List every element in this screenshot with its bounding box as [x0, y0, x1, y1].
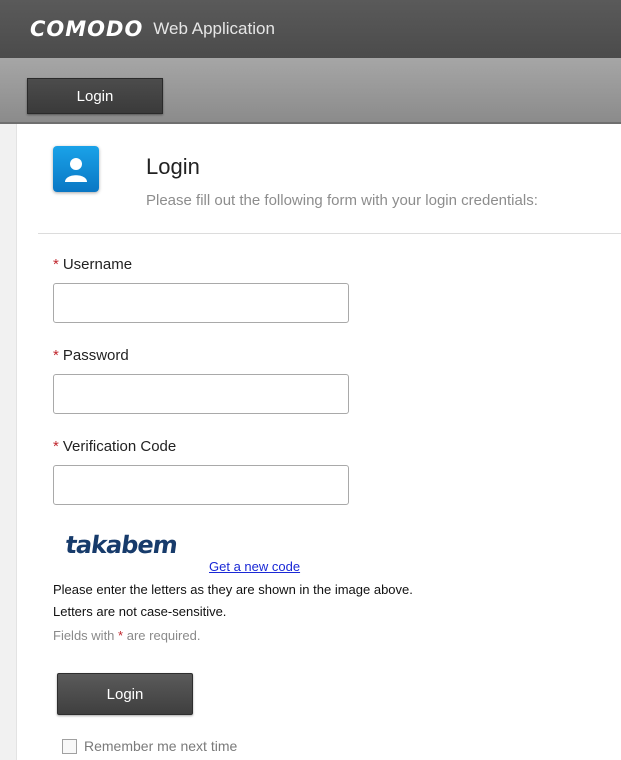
- captcha-image: takabem: [64, 528, 189, 567]
- top-bar: COMODO Web Application: [0, 0, 621, 58]
- remember-label: Remember me next time: [84, 738, 238, 754]
- captcha-hint-1: Please enter the letters as they are sho…: [53, 582, 413, 597]
- get-new-code-link[interactable]: Get a new code: [209, 559, 300, 574]
- captcha-hint-2: Letters are not case-sensitive.: [53, 604, 227, 619]
- nav-bar: Login: [0, 58, 621, 124]
- password-input[interactable]: [53, 374, 349, 414]
- header-divider: [38, 233, 621, 234]
- page-title: Login: [146, 154, 200, 179]
- remember-checkbox[interactable]: [62, 738, 77, 754]
- user-icon: [53, 146, 99, 192]
- username-input[interactable]: [53, 283, 349, 323]
- username-label: * Username: [53, 256, 133, 273]
- password-label: * Password: [53, 347, 129, 364]
- left-rail: [0, 124, 17, 760]
- remember-me[interactable]: Remember me next time: [62, 738, 237, 754]
- required-fields-note: Fields with * are required.: [53, 628, 201, 643]
- svg-text:takabem: takabem: [64, 531, 179, 559]
- brand-logo: COMODO: [30, 17, 144, 41]
- verification-label: * Verification Code: [53, 438, 177, 455]
- required-mark: *: [53, 256, 59, 273]
- page-subtitle: Please fill out the following form with …: [146, 192, 538, 209]
- verification-code-input[interactable]: [53, 465, 349, 505]
- required-mark: *: [53, 347, 59, 364]
- required-mark: *: [53, 438, 59, 455]
- brand-subtitle: Web Application: [153, 19, 275, 38]
- nav-login-button[interactable]: Login: [27, 78, 163, 114]
- login-button[interactable]: Login: [57, 673, 193, 715]
